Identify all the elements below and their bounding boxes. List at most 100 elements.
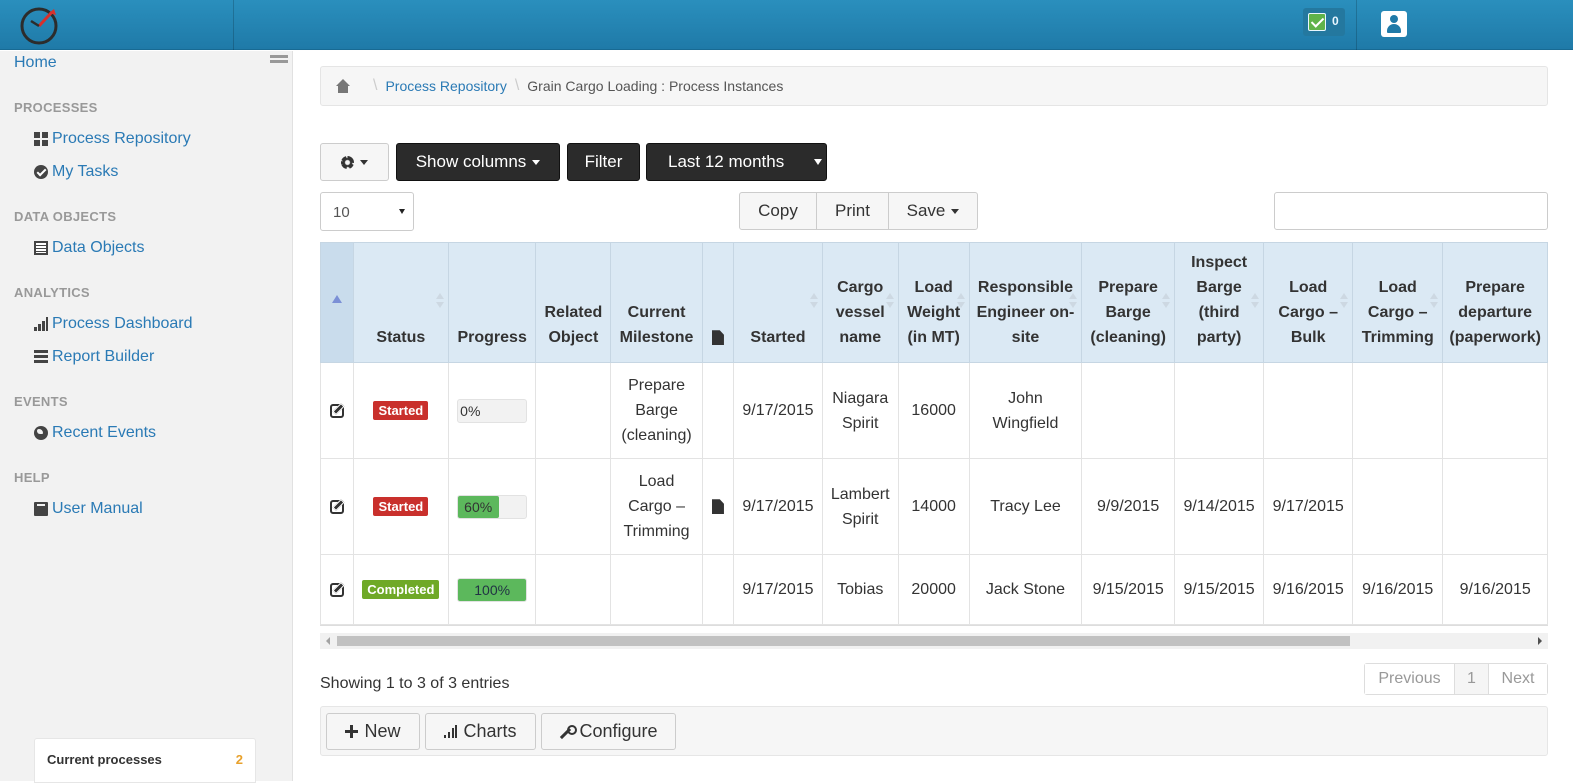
sidebar-item-user-manual[interactable]: User Manual [34,500,143,518]
column-header-prepare-barge[interactable]: Prepare Barge (cleaning) [1081,242,1175,363]
page-1-button[interactable]: 1 [1455,664,1489,694]
progress-bar: 100% [457,577,528,602]
column-header-responsible-engineer[interactable]: Responsible Engineer on-site [968,242,1083,363]
column-header-load-cargo-trimming[interactable]: Load Cargo – Trimming [1352,242,1444,363]
current-processes-panel[interactable]: Current processes 2 [34,738,256,783]
print-button[interactable]: Print [817,193,889,229]
sort-ascending-icon [331,295,342,303]
column-header-cargo-vessel-name[interactable]: Cargo vessel name [821,242,899,363]
column-header-load-cargo-bulk[interactable]: Load Cargo – Bulk [1263,242,1354,363]
sort-icon [1161,293,1170,309]
progress-bar: 0% [457,398,528,423]
file-icon[interactable] [711,499,724,515]
column-header-inspect-barge[interactable]: Inspect Barge (third party) [1173,242,1265,363]
globe-icon [34,426,48,440]
scrollbar-thumb[interactable] [337,636,1350,646]
column-header-current-milestone[interactable]: Current Milestone [610,242,703,363]
configure-button[interactable]: Configure [541,713,676,750]
caret-down-icon [951,208,960,214]
book-icon [34,502,48,516]
column-header-progress[interactable]: Progress [448,242,537,363]
current-processes-label: Current processes [47,752,162,767]
bar-chart-icon [34,317,48,331]
sidebar-toggle-icon[interactable] [270,55,288,69]
milestone-cell: Prepare Barge (cleaning) [610,362,703,459]
scroll-left-icon[interactable] [326,637,330,645]
sidebar-item-process-repository[interactable]: Process Repository [34,130,191,148]
charts-button[interactable]: Charts [425,713,536,750]
filter-button[interactable]: Filter [567,143,640,181]
stack-icon [34,350,48,364]
new-button[interactable]: New [326,713,420,750]
column-header-prepare-departure[interactable]: Prepare departure (paperwork) [1442,242,1548,363]
plus-icon [345,725,359,738]
wrench-icon [559,724,578,739]
page-length-select[interactable]: 10 [320,192,414,231]
table-row: Started 0% Prepare Barge (cleaning) 9/17… [320,362,1548,459]
footer-toolbar: New Charts Configure [320,706,1548,756]
sidebar-item-recent-events[interactable]: Recent Events [34,424,156,442]
edit-icon[interactable] [329,582,344,597]
save-dropdown-button[interactable]: Save [889,193,977,229]
edit-icon[interactable] [329,403,344,418]
pagination: Previous 1 Next [1364,663,1548,695]
breadcrumb-process-repository[interactable]: Process Repository [385,78,506,94]
sort-icon [809,293,818,309]
grid-icon [34,132,48,146]
column-header-load-weight[interactable]: Load Weight (in MT) [897,242,970,363]
progress-bar: 60% [457,494,528,519]
column-header-status[interactable]: Status [352,242,450,363]
current-processes-count: 2 [235,752,243,767]
breadcrumb-current: Grain Cargo Loading : Process Instances [527,78,784,94]
column-header-document[interactable] [701,242,735,363]
sidebar-item-home[interactable]: Home [14,54,57,72]
sidebar-section-events: EVENTS [14,394,68,409]
table-row: Started 60% Load Cargo – Trimming 9/17/2… [320,458,1548,555]
sort-icon [436,293,445,309]
file-icon [711,330,724,346]
breadcrumb: \ Process Repository \ Grain Cargo Loadi… [320,66,1548,106]
sort-icon [1340,293,1349,309]
edit-icon[interactable] [329,499,344,514]
sidebar-section-processes: PROCESSES [14,100,98,115]
table-row: Completed 100% 9/17/2015 Tobias 20000 Ja… [320,554,1548,625]
sidebar-item-process-dashboard[interactable]: Process Dashboard [34,315,193,333]
caret-down-icon [532,159,541,165]
horizontal-scrollbar[interactable] [320,633,1548,649]
notification-count: 0 [1332,14,1339,28]
sort-icon [1251,293,1260,309]
tasks-notification[interactable]: 0 [1303,8,1345,36]
settings-dropdown-button[interactable] [320,143,389,181]
edit-cell[interactable] [320,362,354,459]
caret-down-icon [399,209,405,214]
edit-cell[interactable] [320,458,354,555]
show-columns-button[interactable]: Show columns [396,143,560,181]
column-header-related-object[interactable]: Related Object [535,242,612,363]
scroll-right-icon[interactable] [1538,637,1542,645]
process-instances-table: Status Progress Related Object Current M… [320,242,1548,626]
sidebar-item-report-builder[interactable]: Report Builder [34,348,154,366]
top-navbar: 0 [0,0,1573,50]
sidebar-section-data-objects: DATA OBJECTS [14,209,117,224]
user-icon[interactable] [1381,11,1407,37]
sort-icon [956,293,965,309]
copy-button[interactable]: Copy [740,193,817,229]
caret-down-icon [814,159,822,165]
column-header-started[interactable]: Started [733,242,823,363]
sidebar: Home PROCESSES Process Repository My Tas… [0,51,293,783]
milestone-cell: Load Cargo – Trimming [610,458,703,555]
date-range-dropdown[interactable]: Last 12 months [646,143,827,181]
app-logo[interactable] [18,3,62,47]
status-badge: Started [373,497,429,516]
sort-icon [1430,293,1439,309]
search-input[interactable] [1274,192,1548,230]
status-badge: Completed [362,580,440,599]
checkbox-icon [1308,13,1326,31]
previous-page-button[interactable]: Previous [1365,664,1455,694]
sidebar-item-data-objects[interactable]: Data Objects [34,239,144,257]
next-page-button[interactable]: Next [1489,664,1547,694]
sidebar-item-my-tasks[interactable]: My Tasks [34,163,118,181]
edit-cell[interactable] [320,554,354,625]
column-header-actions[interactable] [320,242,354,363]
home-icon[interactable] [335,79,351,93]
